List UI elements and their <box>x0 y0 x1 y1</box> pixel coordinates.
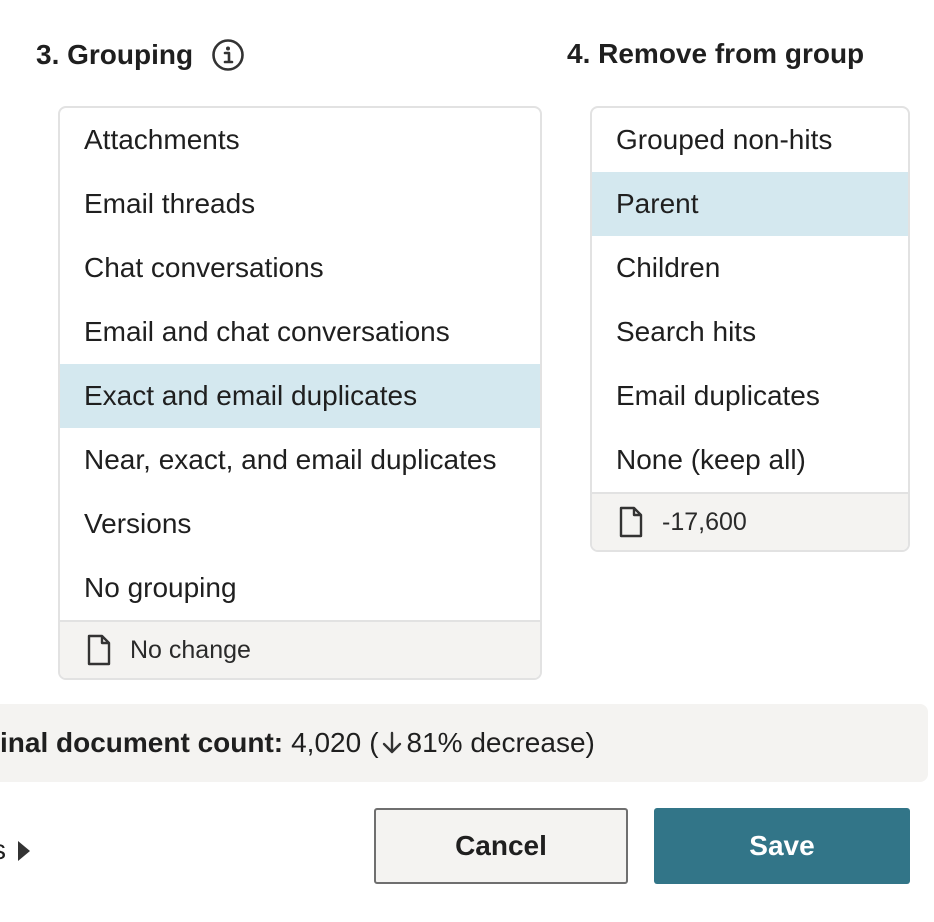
info-icon[interactable] <box>211 38 245 72</box>
document-icon <box>86 634 112 666</box>
grouping-option-chat-conversations[interactable]: Chat conversations <box>60 236 540 300</box>
final-document-count-bar: inal document count: 4,020 ( 81% decreas… <box>0 704 928 782</box>
remove-options-list: Grouped non-hits Parent Children Search … <box>590 106 910 552</box>
grouping-footer: No change <box>60 620 540 678</box>
grouping-option-near-exact-email-duplicates[interactable]: Near, exact, and email duplicates <box>60 428 540 492</box>
save-button[interactable]: Save <box>654 808 910 884</box>
grouping-options-list: Attachments Email threads Chat conversat… <box>58 106 542 680</box>
remove-option-search-hits[interactable]: Search hits <box>592 300 908 364</box>
remove-option-children[interactable]: Children <box>592 236 908 300</box>
final-count-change: 81% decrease) <box>406 727 595 758</box>
document-icon <box>618 506 644 538</box>
remove-option-parent[interactable]: Parent <box>592 172 908 236</box>
grouping-option-no-grouping[interactable]: No grouping <box>60 556 540 620</box>
grouping-option-email-and-chat[interactable]: Email and chat conversations <box>60 300 540 364</box>
caret-right-icon <box>16 838 32 862</box>
remove-option-email-duplicates[interactable]: Email duplicates <box>592 364 908 428</box>
remove-option-grouped-non-hits[interactable]: Grouped non-hits <box>592 108 908 172</box>
remove-title: 4. Remove from group <box>567 38 865 69</box>
remove-footer: -17,600 <box>592 492 908 550</box>
grouping-option-versions[interactable]: Versions <box>60 492 540 556</box>
grouping-option-email-threads[interactable]: Email threads <box>60 172 540 236</box>
remove-header: 4. Remove from group <box>567 38 864 70</box>
advanced-options-label: s <box>0 834 6 866</box>
grouping-option-exact-email-duplicates[interactable]: Exact and email duplicates <box>60 364 540 428</box>
remove-option-none-keep-all[interactable]: None (keep all) <box>592 428 908 492</box>
final-count-label: inal document count: <box>0 727 284 758</box>
cancel-button[interactable]: Cancel <box>374 808 628 884</box>
grouping-option-attachments[interactable]: Attachments <box>60 108 540 172</box>
grouping-header: 3. Grouping <box>36 38 245 72</box>
final-count-value: 4,020 <box>291 727 362 758</box>
final-count-open-paren: ( <box>369 727 379 758</box>
grouping-title: 3. Grouping <box>36 39 194 70</box>
remove-footer-count: -17,600 <box>662 507 747 536</box>
grouping-footer-count: No change <box>130 635 251 664</box>
advanced-options-toggle[interactable]: s <box>0 834 32 866</box>
arrow-down-icon <box>381 730 403 756</box>
